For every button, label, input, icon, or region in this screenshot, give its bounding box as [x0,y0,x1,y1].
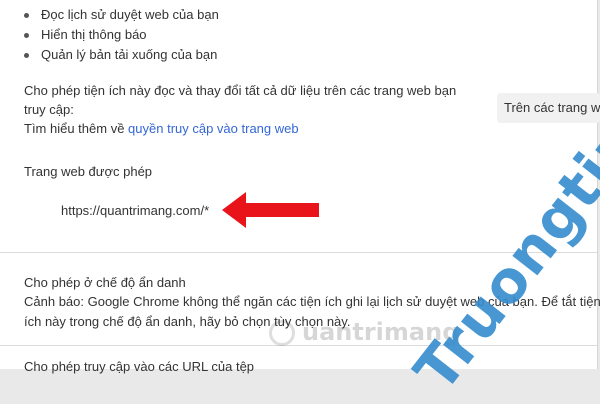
permissions-list: Đọc lịch sử duyệt web của bạn Hiển thị t… [24,5,219,65]
allowed-site-entry: https://quantrimang.com/* [61,203,210,218]
permission-item: Đọc lịch sử duyệt web của bạn [24,5,219,25]
file-urls-toggle-label[interactable]: Cho phép truy cập vào các URL của tệp [24,357,254,377]
permission-item: Hiển thị thông báo [24,25,219,45]
site-access-description: Cho phép tiện ích này đọc và thay đổi tấ… [24,83,457,98]
site-access-dropdown[interactable]: Trên các trang web [497,93,600,123]
site-access-description-cont: truy cập: [24,102,74,117]
permission-item: Quản lý bản tải xuống của bạn [24,45,219,65]
learn-more-line: Tìm hiểu thêm về quyền truy cập vào tran… [24,119,299,139]
incognito-toggle-label[interactable]: Cho phép ở chế độ ẩn danh [24,273,186,293]
site-access-learn-more-link[interactable]: quyền truy cập vào trang web [128,121,299,136]
watermark-logo-icon [269,320,295,346]
learn-more-prefix: Tìm hiểu thêm về [24,121,129,136]
allowed-sites-heading: Trang web được phép [24,164,153,179]
red-arrow-icon [222,192,319,228]
section-divider [0,345,597,346]
